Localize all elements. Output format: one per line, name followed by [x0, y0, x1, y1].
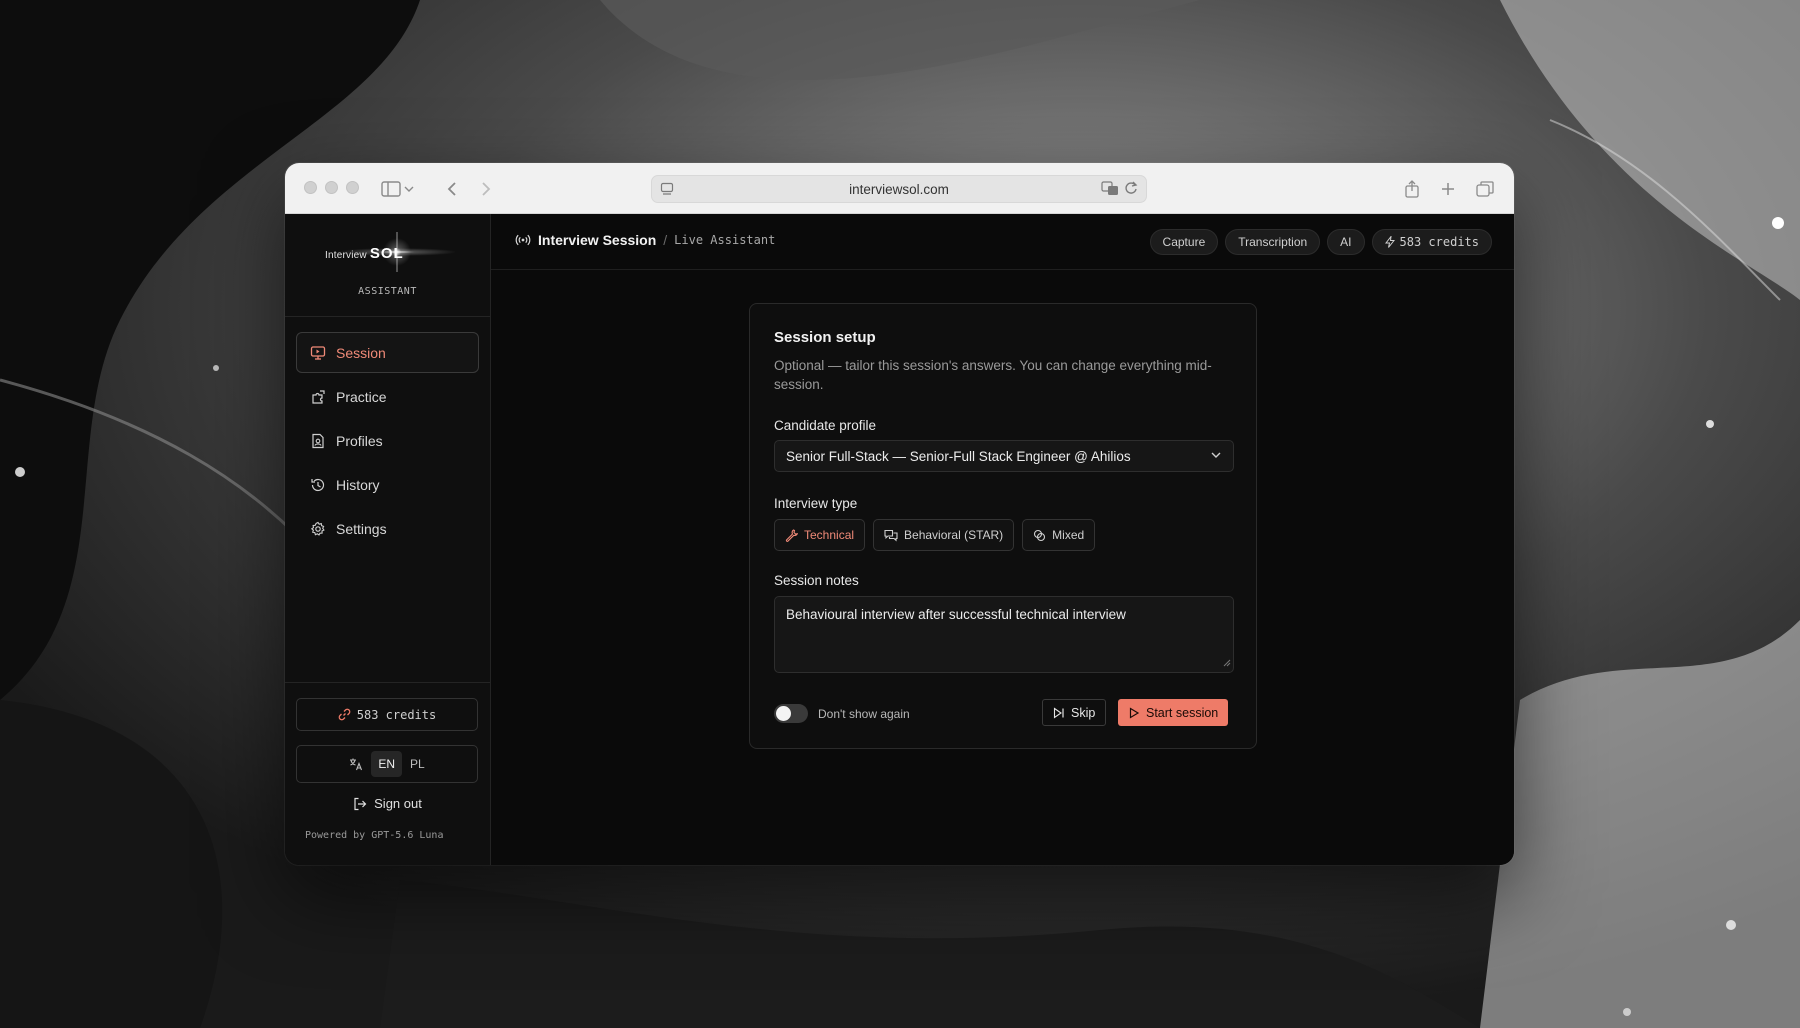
history-icon — [311, 478, 325, 492]
window-controls — [304, 181, 359, 194]
toggle-knob — [776, 706, 791, 721]
sidebar: Interview SOL ASSISTANT Session Practice… — [285, 214, 491, 865]
type-behavioral-button[interactable]: Behavioral (STAR) — [873, 519, 1015, 551]
credits-label: 583 credits — [356, 707, 437, 722]
session-notes-textarea[interactable]: Behavioural interview after successful t… — [774, 596, 1234, 673]
dont-show-again-label: Don't show again — [818, 706, 910, 721]
page-menu-icon[interactable] — [660, 182, 674, 199]
address-bar[interactable]: interviewsol.com — [651, 175, 1147, 203]
monitor-play-icon — [310, 345, 326, 360]
sidebar-item-label: Practice — [336, 389, 387, 405]
reload-icon[interactable] — [1124, 181, 1138, 199]
credits-badge[interactable]: 583 credits — [1371, 229, 1492, 255]
sidebar-item-label: History — [336, 477, 380, 493]
resize-handle-icon[interactable] — [1223, 655, 1231, 670]
dont-show-again-toggle[interactable] — [774, 704, 808, 723]
zoom-window-button[interactable] — [346, 181, 359, 194]
sidebar-item-history[interactable]: History — [296, 465, 479, 505]
wrench-icon — [785, 528, 798, 542]
lightning-icon — [1384, 236, 1395, 248]
powered-by: Powered by GPT-5.6 Luna — [305, 830, 444, 841]
ai-status-badge[interactable]: AI — [1327, 229, 1365, 255]
sign-out-button[interactable]: Sign out — [285, 796, 490, 811]
sidebar-footer: 583 credits EN PL Sign out Powered by GP… — [285, 682, 490, 841]
sidebar-item-label: Session — [336, 344, 386, 361]
logo-main: SOL — [369, 245, 404, 262]
link-icon — [338, 708, 351, 721]
breadcrumb-separator: / — [663, 232, 668, 248]
lang-en-button[interactable]: EN — [371, 751, 402, 777]
type-technical-button[interactable]: Technical — [774, 519, 866, 551]
browser-toolbar: interviewsol.com — [285, 163, 1514, 214]
translate-icon[interactable] — [1101, 181, 1119, 199]
skip-button[interactable]: Skip — [1042, 699, 1107, 726]
sidebar-item-practice[interactable]: Practice — [296, 377, 479, 417]
chevron-down-icon — [1210, 449, 1222, 464]
app-container: Interview SOL ASSISTANT Session Practice… — [285, 214, 1514, 865]
puzzle-icon — [312, 390, 325, 404]
type-mixed-button[interactable]: Mixed — [1022, 519, 1096, 551]
sign-out-icon — [354, 797, 367, 810]
sidebar-item-session[interactable]: Session — [296, 332, 479, 373]
broadcast-icon — [515, 234, 531, 246]
lang-pl-button[interactable]: PL — [410, 757, 425, 771]
url-text: interviewsol.com — [849, 181, 949, 197]
language-switcher: EN PL — [296, 745, 478, 783]
back-icon[interactable] — [439, 176, 465, 202]
play-icon — [1129, 706, 1140, 719]
skip-forward-icon — [1053, 706, 1064, 719]
card-description: Optional — tailor this session's answers… — [774, 358, 1212, 392]
profile-doc-icon — [312, 433, 324, 449]
credits-button[interactable]: 583 credits — [296, 698, 478, 731]
profile-label: Candidate profile — [774, 418, 877, 433]
select-value: Senior Full-Stack — Senior-Full Stack En… — [786, 448, 1131, 464]
sidebar-item-label: Profiles — [336, 433, 383, 449]
main-content: Interview Session / Live Assistant Captu… — [491, 214, 1514, 865]
notes-value: Behavioural interview after successful t… — [786, 607, 1126, 622]
start-session-button[interactable]: Start session — [1118, 699, 1229, 726]
session-notes-label: Session notes — [774, 573, 859, 588]
share-icon[interactable] — [1399, 176, 1425, 202]
sidebar-toggle-icon[interactable] — [378, 176, 404, 202]
sign-out-label: Sign out — [374, 796, 422, 811]
logo-subtitle: ASSISTANT — [358, 286, 417, 297]
chevron-down-icon[interactable] — [402, 176, 416, 202]
translate-icon — [350, 758, 363, 771]
interview-type-label: Interview type — [774, 496, 858, 511]
close-window-button[interactable] — [304, 181, 317, 194]
sidebar-item-settings[interactable]: Settings — [296, 509, 479, 549]
gear-icon — [310, 521, 325, 536]
logo: Interview SOL ASSISTANT — [285, 214, 490, 317]
capture-status-badge[interactable]: Capture — [1149, 229, 1219, 255]
status-pills: Capture Transcription AI 583 credits — [1149, 229, 1492, 255]
mixed-icon — [1034, 529, 1046, 541]
sidebar-item-label: Settings — [336, 521, 387, 537]
forward-icon[interactable] — [473, 176, 499, 202]
new-tab-icon[interactable] — [1435, 176, 1461, 202]
transcription-status-badge[interactable]: Transcription — [1225, 229, 1321, 255]
card-title: Session setup — [774, 329, 876, 346]
dont-show-again-row: Don't show again — [774, 704, 910, 723]
logo-prefix: Interview — [325, 250, 367, 261]
tab-overview-icon[interactable] — [1472, 176, 1498, 202]
minimize-window-button[interactable] — [325, 181, 338, 194]
session-setup-card: Session setup Optional — tailor this ses… — [749, 303, 1257, 749]
sidebar-item-profiles[interactable]: Profiles — [296, 421, 479, 461]
page-subtitle: Live Assistant — [674, 233, 776, 247]
browser-window: interviewsol.com Interview SOL ASSISTANT… — [285, 163, 1514, 865]
sidebar-nav: Session Practice Profiles History Settin… — [296, 332, 479, 553]
page-title: Interview Session — [538, 232, 657, 248]
chat-bubbles-icon — [884, 529, 898, 542]
interview-type-group: Technical Behavioral (STAR) Mixed — [774, 519, 1096, 551]
candidate-profile-select[interactable]: Senior Full-Stack — Senior-Full Stack En… — [774, 440, 1234, 472]
breadcrumb: Interview Session / Live Assistant — [515, 232, 775, 248]
header: Interview Session / Live Assistant Captu… — [491, 214, 1514, 270]
